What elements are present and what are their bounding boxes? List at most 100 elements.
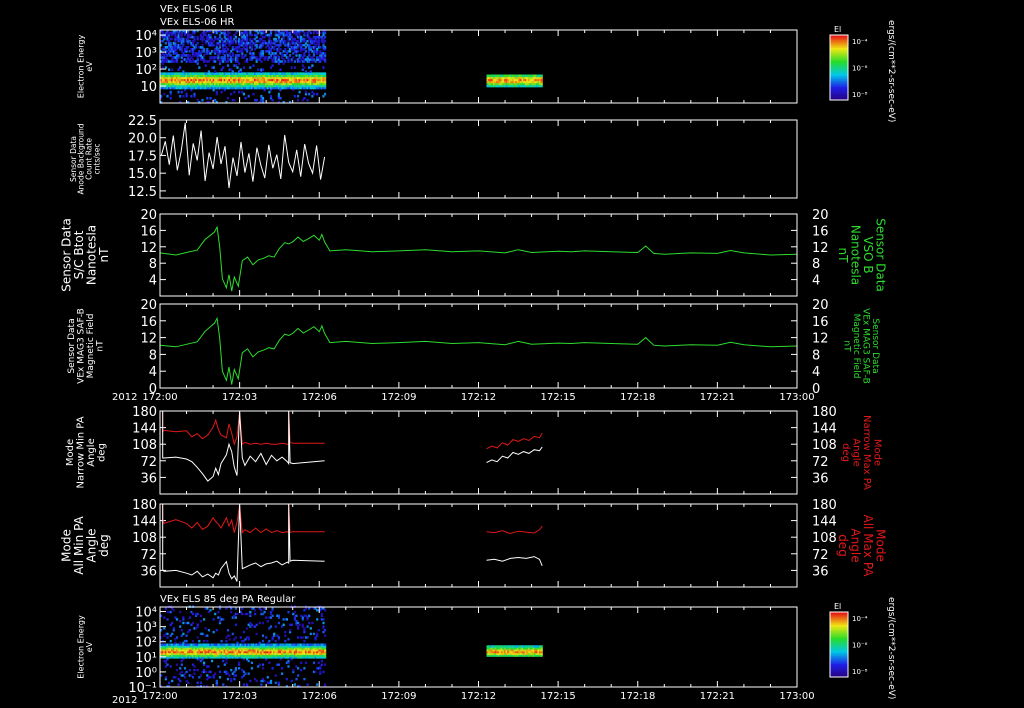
spec-top-cell <box>324 39 327 43</box>
spec-top-cell <box>319 46 322 49</box>
spec-top-cell <box>279 48 282 51</box>
spec-bottom-cell <box>217 610 220 614</box>
spec-bottom-cell <box>281 672 284 675</box>
spec-bottom-cell <box>171 679 174 683</box>
spec-top-cell <box>244 96 247 100</box>
spec-top-colorbar-unit: ergs/(cm**2-sr-sec-eV) <box>886 20 896 122</box>
spec-top-cell <box>204 64 207 67</box>
spec-bottom-cell <box>196 612 199 616</box>
spec-bottom-cell <box>171 632 174 636</box>
spec-bottom-cell <box>281 667 284 670</box>
spec-bottom-cell <box>258 663 261 666</box>
spec-bottom-cell <box>209 609 212 612</box>
spec-top-cell <box>182 94 185 98</box>
spec-top-cell <box>324 92 327 96</box>
spec-top-cell <box>252 64 255 67</box>
spec-bottom-cell <box>241 607 244 610</box>
spec-top-cell <box>250 33 253 37</box>
spec-bottom-cell <box>322 625 325 628</box>
spec-bottom-cell <box>236 612 239 616</box>
mag3-saf-ytick-label-right: 20 <box>812 298 829 313</box>
spec-bottom-cell <box>298 623 301 626</box>
vso-b-ytick-label: 12 <box>140 241 157 256</box>
spec-bottom-cell <box>203 661 206 664</box>
spec-bottom-cell <box>297 674 300 677</box>
spec-bottom-cell <box>238 667 241 670</box>
anode-bg-ylabel-line: cnts/sec <box>92 144 101 175</box>
spec-bottom-cell <box>234 636 237 639</box>
spec-bottom-cell <box>175 636 179 639</box>
spec-bottom-cell <box>320 659 323 663</box>
spec-bottom-cell <box>295 677 298 681</box>
spec-bottom-cell <box>191 621 195 625</box>
spec-top-cell <box>269 94 273 98</box>
spec-top-cell <box>161 66 164 69</box>
spec-bottom-cell <box>226 677 230 681</box>
spec-bottom-cell <box>301 623 304 626</box>
spec-bottom-cell <box>193 672 196 675</box>
spec-bottom-cell <box>303 677 306 681</box>
spec-bottom-cell <box>191 639 195 643</box>
spec-top-cell <box>190 94 193 98</box>
spec-top-cell <box>220 90 223 94</box>
spec-bottom-cell <box>322 618 325 621</box>
spec-bottom-cell <box>212 618 215 621</box>
spec-top-cell <box>180 90 183 94</box>
spec-bottom-cell <box>306 636 309 639</box>
spec-top-colorbar-tick: 10⁻⁴ <box>852 38 868 46</box>
spec-bottom-cell <box>193 665 196 668</box>
spec-bottom-xtick-label: 172:06 <box>302 691 337 702</box>
spec-bottom-cell <box>182 616 185 619</box>
spec-top-cell <box>293 94 296 98</box>
spec-top-cell <box>193 35 196 39</box>
spec-bottom-cell <box>261 634 265 637</box>
spec-bottom-cell <box>203 639 206 643</box>
spec-bottom-cell <box>274 639 277 643</box>
spec-top-cell <box>324 35 327 39</box>
spec-top-cell <box>255 43 258 47</box>
spec-bottom-cell <box>255 623 258 626</box>
spec-bottom-cell <box>201 632 204 636</box>
spec-bottom-cell <box>199 620 202 623</box>
spec-bottom-xtick-label: 172:03 <box>222 691 257 702</box>
spec-bottom-cell <box>238 661 241 664</box>
spec-bottom-cell <box>168 681 171 684</box>
spec-bottom-cell <box>209 676 212 679</box>
spec-top-cell <box>261 68 265 71</box>
spec-bottom-cell <box>169 610 172 614</box>
spec-bottom-cell <box>230 677 233 681</box>
narrow-pa-ytick-label-right: 36 <box>812 471 829 486</box>
spec-bottom-cell <box>306 625 309 628</box>
spec-bottom-cell <box>317 629 320 632</box>
narrow-pa-ytick-label: 180 <box>132 405 157 420</box>
spec-top-cell <box>284 48 287 51</box>
spec-bottom-cell <box>247 659 250 663</box>
vso-b-ytick-label-right: 8 <box>812 257 820 272</box>
spec-bottom-cell <box>193 668 196 672</box>
spec-top-ytick-label: 10 <box>140 80 157 95</box>
spec-top-cell <box>297 50 300 53</box>
spec-bottom-cell <box>203 618 206 621</box>
spec-bottom-xtick-label: 172:15 <box>541 691 576 702</box>
spec-bottom-cell <box>250 667 253 670</box>
spec-bottom-cell <box>254 609 257 612</box>
spec-bottom-cell <box>163 627 166 630</box>
spec-top-cell <box>279 96 282 100</box>
spec-top-cell <box>252 52 255 55</box>
spec-top-cell <box>284 39 287 43</box>
spec-bottom-cell <box>250 661 253 664</box>
spec-top-cell <box>257 68 260 71</box>
spec-bottom-colorbar-unit: ergs/(cm**2-sr-sec-eV) <box>886 597 896 699</box>
spec-bottom-cell <box>282 623 285 626</box>
spec-top-cell <box>316 92 319 96</box>
spec-top-cell <box>164 66 167 69</box>
spec-bottom-cell <box>322 670 325 674</box>
spec-top-cell <box>198 66 201 69</box>
all-pa-ytick-label: 180 <box>132 498 157 513</box>
spec-bottom-cell <box>246 683 249 686</box>
narrow-pa-ylabel-right-line: Angle <box>850 438 861 466</box>
spec-bottom-cell <box>222 659 225 663</box>
spec-bottom-cell <box>177 683 180 686</box>
spec-top-cell <box>171 37 174 41</box>
spec-bottom-cell <box>269 625 273 628</box>
